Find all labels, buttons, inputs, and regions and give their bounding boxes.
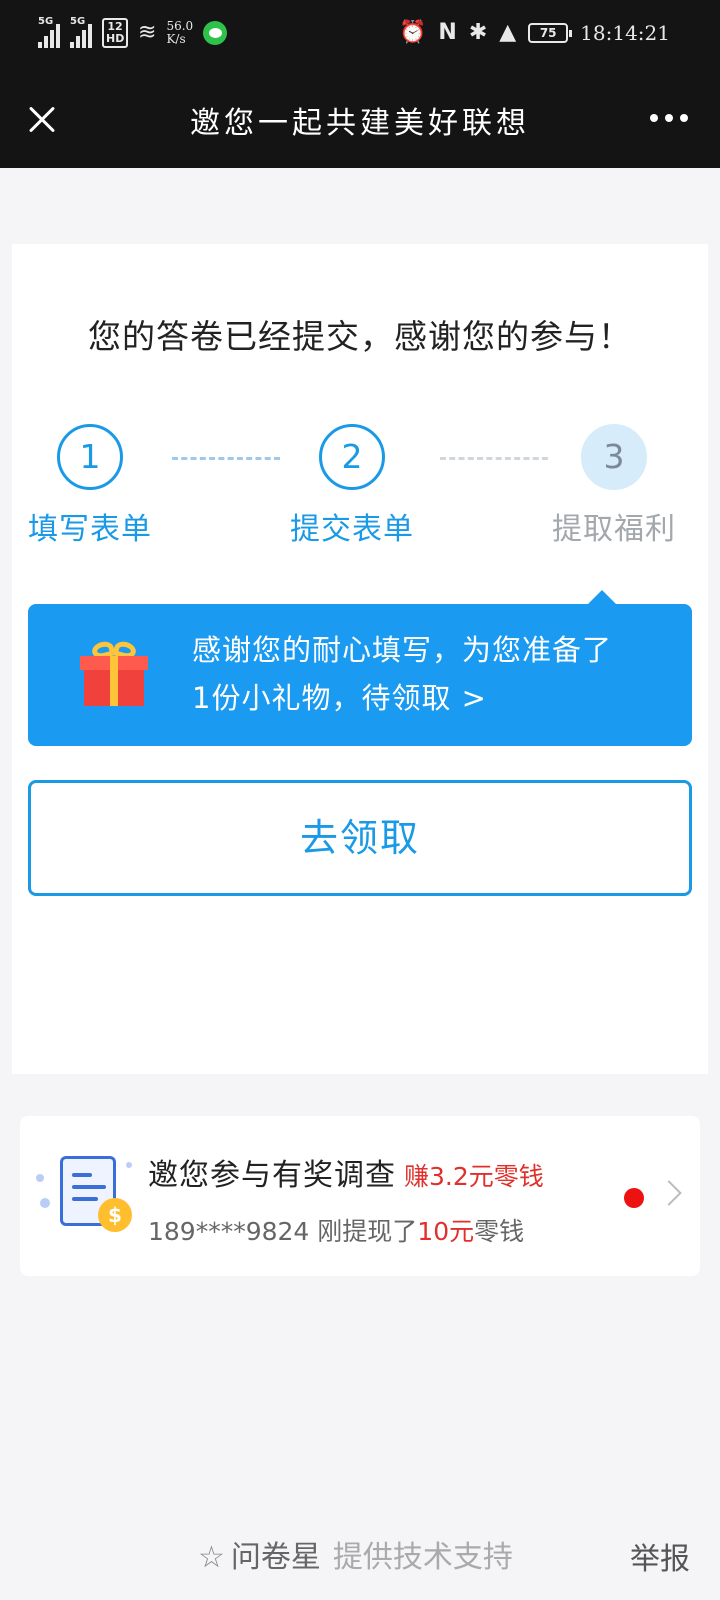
wechat-icon <box>203 21 228 45</box>
step-label: 提取福利 <box>552 512 676 547</box>
step-submit-form: 2 提交表单 <box>282 424 422 548</box>
net-speed: 56.0 K/s <box>166 20 193 46</box>
promo-sub-suffix: 零钱 <box>474 1217 525 1246</box>
status-right: ⏰ N ✱ ▲ 75 18:14:21 <box>399 20 670 45</box>
signal-label-2: 5G <box>70 16 86 27</box>
close-icon[interactable] <box>22 100 62 140</box>
step-number: 2 <box>319 424 385 490</box>
hd-icon: 12 HD <box>102 18 128 48</box>
gift-line-1: 感谢您的耐心填写，为您准备了 <box>192 633 613 667</box>
step-get-benefit: 3 提取福利 <box>544 424 684 548</box>
result-card: 您的答卷已经提交，感谢您的参与！ 1 填写表单 2 提交表单 3 提取福利 感谢… <box>12 244 708 1074</box>
nfc-icon: N <box>438 20 457 45</box>
promo-title-text: 邀您参与有奖调查 <box>148 1158 396 1193</box>
clock: 18:14:21 <box>580 20 670 45</box>
star-icon: ☆ <box>198 1540 225 1575</box>
gift-banner[interactable]: 感谢您的耐心填写，为您准备了 1份小礼物，待领取 > <box>28 590 692 746</box>
promo-earn: 赚3.2元零钱 <box>404 1162 544 1191</box>
net-speed-unit: K/s <box>166 32 186 46</box>
battery-icon: 75 <box>528 22 573 43</box>
signal-icon-2: 5G <box>70 16 92 48</box>
step-label: 填写表单 <box>28 512 152 547</box>
step-label: 提交表单 <box>290 512 414 547</box>
more-icon[interactable] <box>650 114 688 122</box>
promo-subtitle: 189****9824 刚提现了10元零钱 <box>148 1212 524 1248</box>
step-connector <box>172 457 280 460</box>
gift-icon <box>80 639 148 706</box>
footer: ☆ 问卷星 提供技术支持 举报 <box>0 1532 720 1582</box>
submission-message: 您的答卷已经提交，感谢您的参与！ <box>88 317 632 356</box>
gift-message: 感谢您的耐心填写，为您准备了 1份小礼物，待领取 > <box>192 626 662 722</box>
powered-by[interactable]: ☆ 问卷星 提供技术支持 <box>198 1532 513 1576</box>
step-connector <box>440 457 548 460</box>
alarm-icon: ⏰ <box>398 20 427 45</box>
support-text: 提供技术支持 <box>332 1540 513 1575</box>
step-number: 1 <box>57 424 123 490</box>
chevron-right-icon <box>656 1180 682 1206</box>
brand-name: 问卷星 <box>230 1540 321 1575</box>
promo-title: 邀您参与有奖调查 赚3.2元零钱 <box>148 1150 544 1194</box>
survey-money-icon: $ <box>36 1152 146 1242</box>
promo-sub-amount: 10元 <box>417 1217 475 1246</box>
bluetooth-icon: ✱ <box>468 20 488 45</box>
promo-card[interactable]: $ 邀您参与有奖调查 赚3.2元零钱 189****9824 刚提现了10元零钱 <box>20 1116 700 1276</box>
wifi-icon: ≋ <box>138 20 157 45</box>
status-left: 5G 5G 12 HD ≋ 56.0 K/s <box>38 16 228 48</box>
location-icon: ▲ <box>499 20 517 45</box>
report-link[interactable]: 举报 <box>630 1534 690 1578</box>
step-fill-form: 1 填写表单 <box>20 424 160 548</box>
nav-bar: 邀您一起共建美好联想 <box>0 76 720 168</box>
claim-button[interactable]: 去领取 <box>28 780 692 896</box>
status-bar: 5G 5G 12 HD ≋ 56.0 K/s ⏰ N ✱ ▲ 75 18:14:2… <box>0 0 720 76</box>
notification-dot <box>624 1188 644 1208</box>
gift-line-2: 1份小礼物，待领取 > <box>192 681 487 715</box>
signal-label: 5G <box>38 16 54 27</box>
step-number: 3 <box>581 424 647 490</box>
promo-sub-prefix: 189****9824 刚提现了 <box>148 1217 418 1246</box>
page-title: 邀您一起共建美好联想 <box>190 106 530 141</box>
signal-icon: 5G <box>38 16 60 48</box>
